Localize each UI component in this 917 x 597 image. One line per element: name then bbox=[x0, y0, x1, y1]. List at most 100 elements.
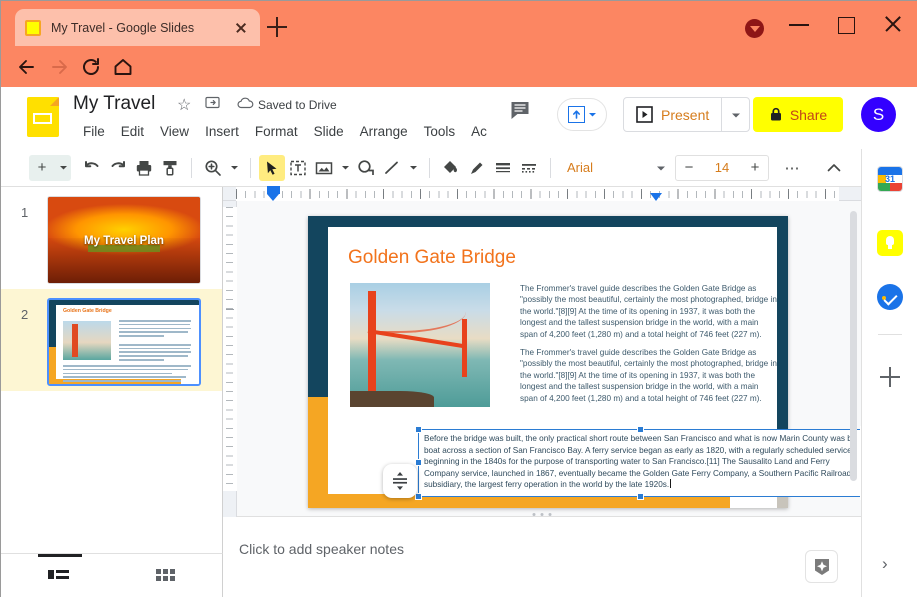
menu-insert[interactable]: Insert bbox=[197, 121, 247, 142]
window-close-button[interactable] bbox=[880, 11, 906, 37]
tab-title: My Travel - Google Slides bbox=[51, 20, 195, 35]
slide-title-text[interactable]: Golden Gate Bridge bbox=[348, 247, 516, 269]
menu-slide[interactable]: Slide bbox=[306, 121, 352, 142]
vertical-ruler[interactable] bbox=[223, 201, 237, 517]
text-color-button[interactable] bbox=[464, 155, 490, 181]
present-button[interactable]: Present bbox=[624, 98, 721, 131]
filmstrip-slide-1[interactable]: 1 My Travel Plan bbox=[1, 187, 222, 289]
present-dropdown-icon[interactable] bbox=[721, 98, 749, 131]
selected-text-box-content[interactable]: Before the bridge was built, the only pr… bbox=[424, 433, 859, 491]
font-size-decrease-button[interactable]: − bbox=[676, 155, 702, 181]
comment-history-icon[interactable] bbox=[509, 99, 531, 126]
select-tool-button[interactable] bbox=[259, 154, 285, 181]
grid-view-button[interactable] bbox=[154, 565, 180, 587]
side-panel: 31 › bbox=[861, 149, 917, 597]
new-slide-button[interactable]: + bbox=[29, 154, 55, 181]
left-indent-marker[interactable] bbox=[267, 186, 280, 201]
collapse-toolbar-button[interactable] bbox=[821, 155, 847, 181]
google-tasks-icon[interactable] bbox=[877, 284, 903, 310]
window-minimize-button[interactable] bbox=[786, 11, 812, 37]
account-avatar[interactable]: S bbox=[861, 97, 896, 132]
reload-icon[interactable] bbox=[80, 56, 102, 78]
window-maximize-button[interactable] bbox=[833, 11, 859, 37]
browser-toolbar: docs.google.com/presentation/d/1INv043Vh… bbox=[1, 46, 917, 123]
menu-arrange[interactable]: Arrange bbox=[352, 121, 416, 142]
menu-addons[interactable]: Ac bbox=[463, 121, 495, 142]
font-size-increase-button[interactable]: + bbox=[742, 155, 768, 181]
menu-tools[interactable]: Tools bbox=[416, 121, 464, 142]
font-dropdown-icon[interactable] bbox=[653, 155, 669, 181]
zoom-dropdown-icon[interactable] bbox=[226, 155, 242, 181]
new-tab-button[interactable] bbox=[267, 17, 287, 37]
right-indent-marker[interactable] bbox=[650, 193, 662, 201]
update-badge-icon[interactable] bbox=[745, 19, 764, 38]
shape-button[interactable] bbox=[353, 155, 379, 181]
slide-editor[interactable]: Golden Gate Bridge The Frommer's travel … bbox=[308, 216, 867, 508]
paint-format-button[interactable] bbox=[157, 155, 183, 181]
tab-strip: My Travel - Google Slides bbox=[1, 1, 917, 46]
zoom-button[interactable] bbox=[200, 155, 226, 181]
resize-handle-s[interactable] bbox=[637, 493, 644, 500]
slide-paragraph-2[interactable]: The Frommer's travel guide describes the… bbox=[520, 347, 778, 404]
text-box-button[interactable] bbox=[285, 155, 311, 181]
slide-thumbnail[interactable]: My Travel Plan bbox=[47, 196, 201, 284]
border-weight-button[interactable] bbox=[490, 155, 516, 181]
menu-format[interactable]: Format bbox=[247, 121, 306, 142]
menu-file[interactable]: File bbox=[75, 121, 113, 142]
move-to-folder-icon[interactable] bbox=[205, 95, 220, 113]
document-title[interactable]: My Travel bbox=[73, 93, 155, 115]
explore-button[interactable] bbox=[805, 550, 838, 583]
share-button[interactable]: Share bbox=[753, 97, 843, 132]
resize-handle-nw[interactable] bbox=[415, 426, 422, 433]
canvas-scrollbar[interactable] bbox=[850, 211, 857, 481]
play-icon bbox=[636, 106, 653, 123]
horizontal-ruler[interactable] bbox=[223, 186, 861, 201]
thumbnail-2-title: Golden Gate Bridge bbox=[63, 308, 112, 314]
redo-button[interactable] bbox=[105, 155, 131, 181]
filmstrip-view-button[interactable] bbox=[38, 554, 82, 587]
golden-gate-bridge-image[interactable] bbox=[350, 283, 490, 407]
forward-icon[interactable] bbox=[48, 56, 70, 78]
undo-button[interactable] bbox=[79, 155, 105, 181]
resize-handle-w[interactable] bbox=[415, 459, 422, 466]
google-keep-icon[interactable] bbox=[877, 230, 903, 256]
slide-number: 1 bbox=[21, 205, 29, 220]
slide-paragraph-1[interactable]: The Frommer's travel guide describes the… bbox=[520, 283, 778, 340]
cloud-saved-icon bbox=[237, 96, 254, 114]
google-calendar-icon[interactable]: 31 bbox=[877, 166, 903, 192]
slide-thumbnail[interactable]: Golden Gate Bridge bbox=[47, 298, 201, 386]
resize-handle-sw[interactable] bbox=[415, 493, 422, 500]
browser-window: My Travel - Google Slides docs.google.co… bbox=[0, 0, 917, 597]
more-options-button[interactable]: ⋯ bbox=[779, 155, 805, 181]
menu-edit[interactable]: Edit bbox=[113, 121, 152, 142]
insert-image-button[interactable] bbox=[311, 155, 337, 181]
star-icon[interactable]: ☆ bbox=[177, 95, 191, 115]
print-button[interactable] bbox=[131, 155, 157, 181]
selected-text-box[interactable]: Before the bridge was built, the only pr… bbox=[415, 426, 867, 500]
thumbnail-1-image: My Travel Plan bbox=[48, 197, 200, 283]
font-family-select[interactable]: Arial bbox=[559, 160, 653, 175]
new-slide-dropdown-icon[interactable] bbox=[55, 154, 71, 181]
back-icon[interactable] bbox=[16, 56, 38, 78]
image-dropdown-icon[interactable] bbox=[337, 155, 353, 181]
thumbnail-2-image: Golden Gate Bridge bbox=[49, 300, 199, 384]
browser-tab[interactable]: My Travel - Google Slides bbox=[15, 9, 260, 46]
line-dropdown-icon[interactable] bbox=[405, 155, 421, 181]
close-icon[interactable] bbox=[232, 19, 250, 37]
filmstrip-slide-2[interactable]: 2 Golden Gate Bridge bbox=[1, 289, 222, 391]
explore-sparkle-icon bbox=[814, 558, 829, 575]
line-spacing-button[interactable] bbox=[383, 464, 417, 498]
menu-view[interactable]: View bbox=[152, 121, 197, 142]
slide-filmstrip[interactable]: 1 My Travel Plan 2 Golden Gate Bridge bbox=[1, 187, 223, 553]
border-dash-button[interactable] bbox=[516, 155, 542, 181]
line-button[interactable] bbox=[379, 155, 405, 181]
home-icon[interactable] bbox=[112, 56, 134, 78]
fill-color-button[interactable] bbox=[438, 155, 464, 181]
speaker-notes-panel[interactable]: Click to add speaker notes bbox=[223, 517, 861, 597]
present-to-meeting-button[interactable] bbox=[557, 98, 607, 131]
add-addon-button[interactable] bbox=[880, 367, 900, 387]
expand-side-panel-button[interactable]: › bbox=[882, 554, 888, 574]
resize-handle-n[interactable] bbox=[637, 426, 644, 433]
font-size-input[interactable]: 14 bbox=[702, 160, 742, 175]
speaker-notes-placeholder: Click to add speaker notes bbox=[239, 541, 404, 557]
